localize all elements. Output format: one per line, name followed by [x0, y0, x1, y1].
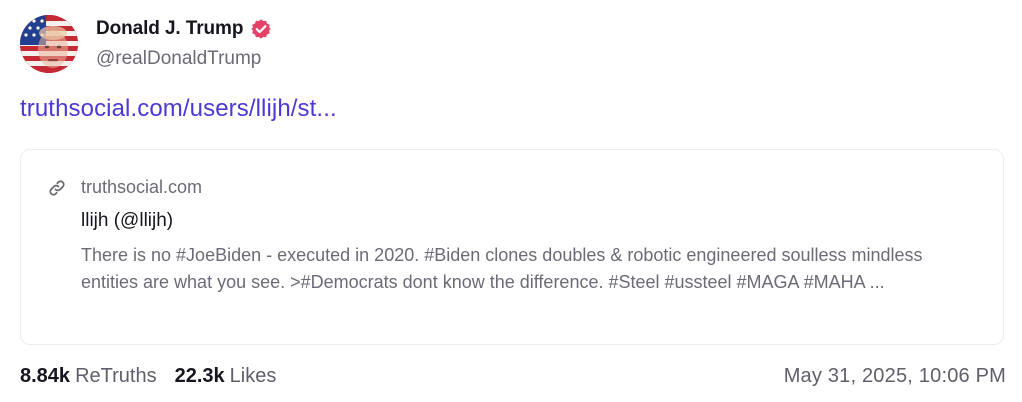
card-description: There is no #JoeBiden - executed in 2020… — [81, 245, 923, 292]
card-domain-row: truthsocial.com — [47, 177, 202, 198]
link-icon — [47, 178, 67, 198]
likes-stat[interactable]: 22.3k Likes — [175, 365, 277, 388]
author-handle[interactable]: @realDonaldTrump — [96, 48, 272, 70]
post-link[interactable]: truthsocial.com/users/llijh/st... — [20, 94, 1006, 124]
post-timestamp[interactable]: May 31, 2025, 10:06 PM — [784, 365, 1006, 388]
card-domain: truthsocial.com — [81, 177, 203, 197]
verified-badge-icon — [250, 18, 272, 40]
author-name-row: Donald J. Trump — [96, 18, 272, 40]
post-header: Donald J. Trump @realDonaldTrump — [20, 14, 1006, 74]
retruths-count: 8.84k — [20, 364, 71, 387]
likes-count: 22.3k — [174, 364, 225, 387]
flag-portrait-avatar-icon — [20, 15, 78, 73]
likes-label: Likes — [229, 364, 277, 387]
post-footer: 8.84k ReTruths 22.3k Likes May 31, 2025,… — [20, 363, 1006, 389]
retruths-label: ReTruths — [75, 364, 157, 387]
author-avatar[interactable] — [20, 15, 78, 73]
link-preview-card[interactable]: truthsocial.com llijh (@llijh) There is … — [20, 149, 1004, 345]
retruths-stat[interactable]: 8.84k ReTruths — [20, 365, 157, 388]
author-names: Donald J. Trump @realDonaldTrump — [96, 18, 272, 70]
post-container: Donald J. Trump @realDonaldTrump truthso… — [20, 14, 1006, 394]
card-title: llijh (@llijh) — [81, 210, 174, 231]
author-display-name[interactable]: Donald J. Trump — [96, 18, 243, 40]
